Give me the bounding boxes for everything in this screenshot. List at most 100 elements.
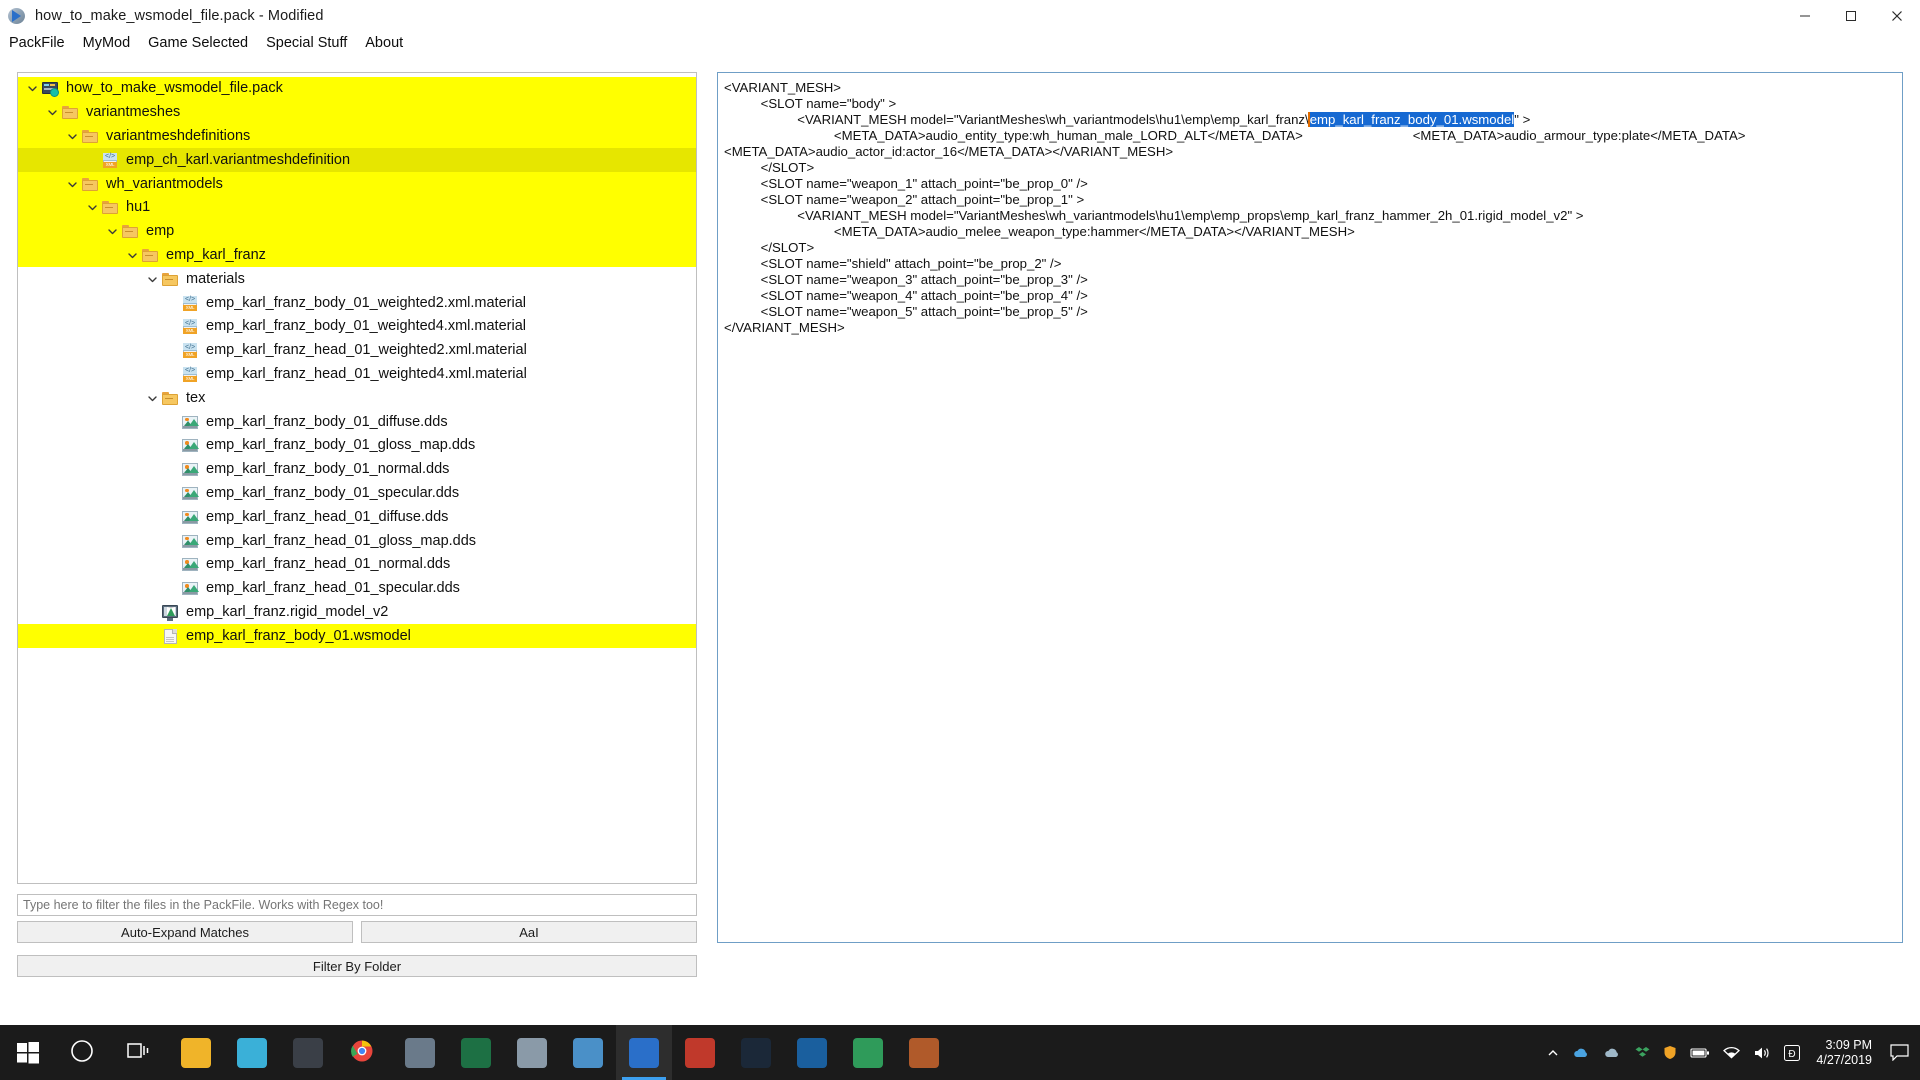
packfile-tree[interactable]: how_to_make_wsmodel_file.pack variantmesh… xyxy=(17,72,697,884)
taskbar-task-view-icon[interactable] xyxy=(112,1025,168,1080)
tree-item[interactable]: </> XML emp_karl_franz_body_01_weighted4.x… xyxy=(18,315,696,339)
taskbar-file-explorer-icon[interactable] xyxy=(168,1025,224,1080)
tree-item-label: emp_karl_franz_body_01_gloss_map.dds xyxy=(206,437,476,454)
xml-editor-content[interactable]: <VARIANT_MESH> <SLOT name="body" > <VARI… xyxy=(724,80,1898,336)
taskbar-printer-icon[interactable] xyxy=(504,1025,560,1080)
chevron-down-icon[interactable] xyxy=(124,244,141,266)
tree-item[interactable]: hu1 xyxy=(18,195,696,220)
menu-item-game-selected[interactable]: Game Selected xyxy=(139,32,257,54)
menu-item-mymod[interactable]: MyMod xyxy=(74,32,140,54)
menu-item-packfile[interactable]: PackFile xyxy=(0,32,74,54)
chevron-down-icon[interactable] xyxy=(144,387,161,409)
close-icon[interactable] xyxy=(1874,0,1920,31)
filter-input[interactable] xyxy=(17,894,697,916)
menu-item-about[interactable]: About xyxy=(356,32,412,54)
tree-item[interactable]: emp_karl_franz_body_01_specular.dds xyxy=(18,482,696,506)
tree-item[interactable]: wh_variantmodels xyxy=(18,172,696,196)
filter-by-folder-button[interactable]: Filter By Folder xyxy=(17,955,697,977)
tree-item[interactable]: emp_karl_franz_head_01_diffuse.dds xyxy=(18,505,696,529)
taskbar-rpfm-app-icon[interactable] xyxy=(616,1025,672,1080)
taskbar-google-chrome-icon[interactable] xyxy=(336,1025,392,1080)
action-center-icon[interactable] xyxy=(1882,1025,1916,1080)
tree-item[interactable]: emp_karl_franz_head_01_gloss_map.dds xyxy=(18,529,696,553)
folder-icon xyxy=(141,246,160,265)
photo-viewer-icon xyxy=(237,1037,267,1068)
cloud-sync-icon[interactable] xyxy=(1604,1046,1622,1060)
image-icon xyxy=(181,532,200,551)
system-tray: Ð xyxy=(1534,1044,1812,1061)
taskbar-cortana-search-icon[interactable] xyxy=(56,1025,112,1080)
image-icon xyxy=(181,508,200,527)
tree-item[interactable]: emp_karl_franz_body_01_gloss_map.dds xyxy=(18,434,696,458)
image-icon xyxy=(181,413,200,432)
tree-item[interactable]: </> XML emp_karl_franz_body_01_weighted2.x… xyxy=(18,291,696,315)
media-player-icon xyxy=(685,1037,715,1068)
text-editor-panel[interactable]: <VARIANT_MESH> <SLOT name="body" > <VARI… xyxy=(717,72,1903,943)
chevron-down-icon[interactable] xyxy=(144,268,161,290)
case-sensitive-button[interactable]: AaI xyxy=(361,921,697,943)
auto-expand-matches-button[interactable]: Auto-Expand Matches xyxy=(17,921,353,943)
taskbar-rocket-app-icon[interactable] xyxy=(896,1025,952,1080)
taskbar-steam-icon[interactable] xyxy=(728,1025,784,1080)
xml-icon: </> XML xyxy=(183,343,197,359)
menu-item-special-stuff[interactable]: Special Stuff xyxy=(257,32,356,54)
tree-item[interactable]: emp xyxy=(18,219,696,244)
tree-item[interactable]: emp_karl_franz_head_01_specular.dds xyxy=(18,577,696,601)
show-hidden-icons-chevron[interactable] xyxy=(1546,1046,1560,1060)
tree-item[interactable]: </> XML emp_karl_franz_head_01_weighted4.x… xyxy=(18,363,696,387)
windows-start-icon[interactable] xyxy=(0,1025,56,1080)
packfile-panel: how_to_make_wsmodel_file.pack variantmesh… xyxy=(17,72,697,977)
tree-item[interactable]: how_to_make_wsmodel_file.pack xyxy=(18,77,696,101)
chevron-down-icon[interactable] xyxy=(24,78,41,100)
taskbar-gimp-icon[interactable] xyxy=(840,1025,896,1080)
tree-item[interactable]: </> XML emp_ch_karl.variantmeshdefinition xyxy=(18,148,696,173)
taskbar-user-account-icon[interactable] xyxy=(280,1025,336,1080)
taskbar-uplay-icon[interactable] xyxy=(784,1025,840,1080)
chevron-down-icon[interactable] xyxy=(84,197,101,219)
taskbar-remote-desktop-icon[interactable] xyxy=(392,1025,448,1080)
tree-item[interactable]: emp_karl_franz xyxy=(18,243,696,268)
taskbar-excel-icon[interactable] xyxy=(448,1025,504,1080)
taskbar-notepad-icon[interactable] xyxy=(560,1025,616,1080)
maximize-icon[interactable] xyxy=(1828,0,1874,31)
folder-icon xyxy=(161,389,180,408)
taskbar-media-player-icon[interactable] xyxy=(672,1025,728,1080)
folder-icon xyxy=(81,175,100,194)
battery-icon[interactable] xyxy=(1690,1047,1710,1059)
tree-item[interactable]: </> XML emp_karl_franz_head_01_weighted2.x… xyxy=(18,339,696,363)
chevron-down-icon[interactable] xyxy=(64,173,81,195)
tree-item[interactable]: materials xyxy=(18,267,696,291)
model-icon xyxy=(161,603,180,622)
tree-item[interactable]: variantmeshdefinitions xyxy=(18,124,696,149)
image-icon xyxy=(181,460,200,479)
wifi-icon[interactable] xyxy=(1723,1046,1741,1060)
taskbar-photo-viewer-icon[interactable] xyxy=(224,1025,280,1080)
tree-item-label: how_to_make_wsmodel_file.pack xyxy=(66,80,283,97)
tree-item-label: emp_karl_franz_head_01_diffuse.dds xyxy=(206,508,449,525)
taskbar-clock[interactable]: 3:09 PM 4/27/2019 xyxy=(1812,1038,1882,1068)
minimize-icon[interactable] xyxy=(1782,0,1828,31)
excel-icon xyxy=(461,1037,491,1068)
chevron-down-icon[interactable] xyxy=(104,221,121,243)
tree-item-label: emp_karl_franz xyxy=(166,246,266,263)
dropbox-icon[interactable] xyxy=(1635,1045,1650,1060)
onedrive-cloud-icon[interactable] xyxy=(1573,1046,1591,1060)
folder-icon xyxy=(61,103,80,122)
chevron-down-icon[interactable] xyxy=(64,125,81,147)
tree-item-label: emp_karl_franz_head_01_gloss_map.dds xyxy=(206,532,477,549)
image-icon xyxy=(181,555,200,574)
chevron-down-icon[interactable] xyxy=(44,102,61,124)
security-shield-icon[interactable] xyxy=(1663,1045,1677,1060)
steam-icon xyxy=(741,1037,771,1068)
tree-item[interactable]: emp_karl_franz.rigid_model_v2 xyxy=(18,601,696,625)
title-bar: how_to_make_wsmodel_file.pack - Modified xyxy=(0,0,1920,31)
tree-item[interactable]: emp_karl_franz_head_01_normal.dds xyxy=(18,553,696,577)
language-indicator[interactable]: Ð xyxy=(1784,1044,1801,1061)
tree-item[interactable]: tex xyxy=(18,386,696,410)
tree-item[interactable]: emp_karl_franz_body_01_normal.dds xyxy=(18,458,696,482)
tree-item[interactable]: variantmeshes xyxy=(18,100,696,125)
volume-icon[interactable] xyxy=(1753,1046,1771,1060)
folder-icon xyxy=(101,198,120,217)
tree-item[interactable]: emp_karl_franz_body_01.wsmodel xyxy=(18,624,696,649)
tree-item[interactable]: emp_karl_franz_body_01_diffuse.dds xyxy=(18,410,696,434)
